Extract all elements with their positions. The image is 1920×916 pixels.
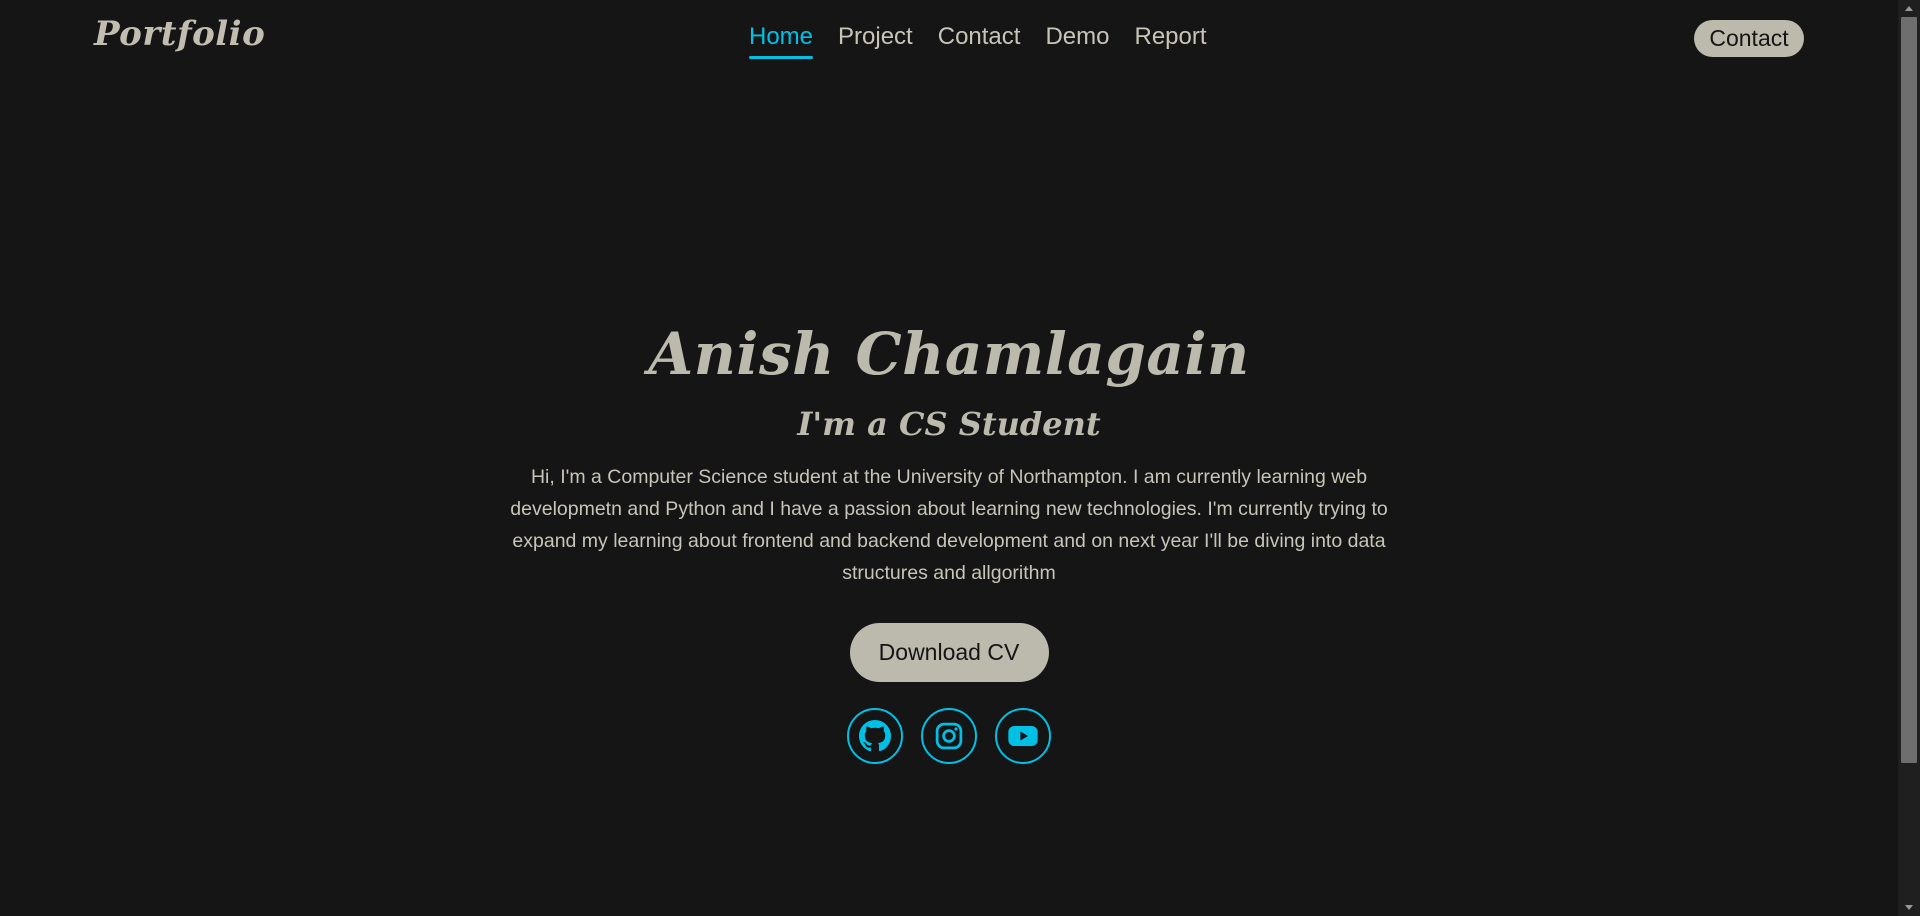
github-icon: [859, 720, 891, 752]
header-contact-button[interactable]: Contact: [1694, 20, 1804, 57]
hero-subtitle: I'm a CS Student: [797, 405, 1101, 443]
youtube-link[interactable]: [995, 708, 1051, 764]
nav-contact[interactable]: Contact: [938, 22, 1021, 57]
nav-project[interactable]: Project: [838, 22, 913, 57]
youtube-icon: [1008, 726, 1038, 746]
nav-report[interactable]: Report: [1134, 22, 1206, 57]
instagram-icon: [935, 722, 963, 750]
scrollbar-thumb[interactable]: [1901, 17, 1917, 763]
github-link[interactable]: [847, 708, 903, 764]
download-cv-button[interactable]: Download CV: [849, 623, 1049, 682]
main-nav: Home Project Contact Demo Report: [749, 22, 1207, 59]
hero-section: Anish Chamlagain I'm a CS Student Hi, I'…: [0, 310, 1898, 764]
vertical-scrollbar[interactable]: [1898, 0, 1920, 916]
site-logo[interactable]: Portfolio: [94, 14, 265, 54]
scroll-up-arrow-icon[interactable]: [1898, 0, 1920, 17]
hero-bio: Hi, I'm a Computer Science student at th…: [510, 466, 1388, 584]
page: Portfolio Home Project Contact Demo Repo…: [0, 0, 1898, 916]
hero-name: Anish Chamlagain: [648, 320, 1250, 388]
social-links: [847, 708, 1051, 764]
instagram-link[interactable]: [921, 708, 977, 764]
scroll-down-arrow-icon[interactable]: [1898, 899, 1920, 916]
nav-demo[interactable]: Demo: [1045, 22, 1109, 57]
nav-home[interactable]: Home: [749, 22, 814, 59]
